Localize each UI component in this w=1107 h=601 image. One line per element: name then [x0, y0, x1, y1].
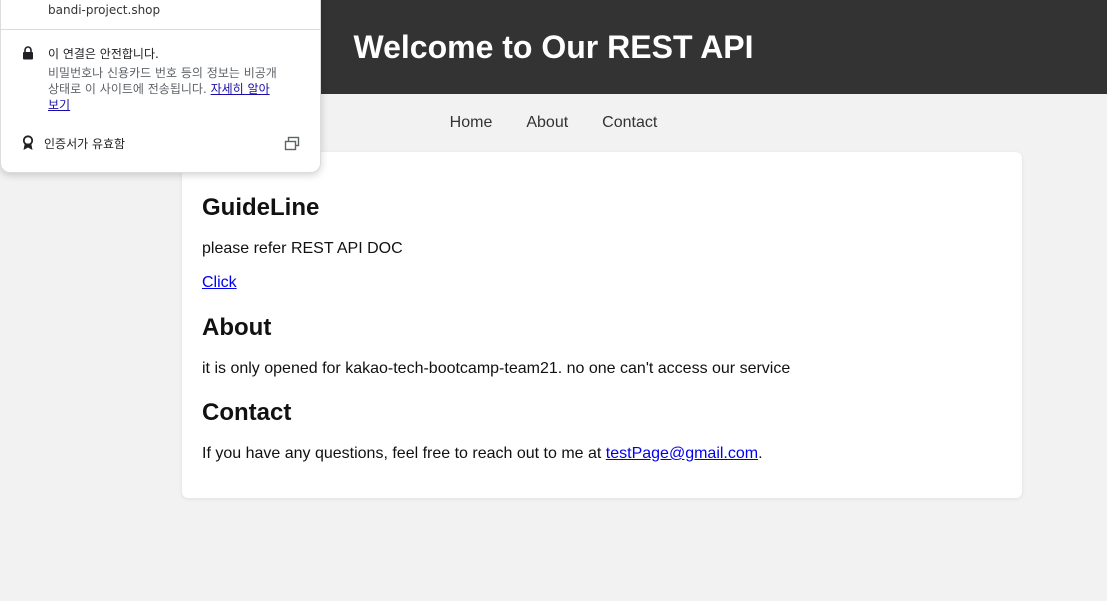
secure-desc-line1: 비밀번호나 신용카드 번호 등의 정보는 비공개	[48, 66, 277, 80]
content-card: GuideLine please refer REST API DOC Clic…	[182, 152, 1022, 498]
guideline-heading: GuideLine	[202, 194, 320, 221]
open-external-icon[interactable]	[284, 136, 300, 152]
about-text: it is only opened for kakao-tech-bootcam…	[202, 360, 791, 377]
contact-text: If you have any questions, feel free to …	[202, 445, 763, 463]
nav-home-link[interactable]: Home	[450, 114, 493, 132]
connection-secure-title: 이 연결은 안전합니다.	[48, 47, 159, 61]
doc-link[interactable]: Click	[202, 274, 237, 291]
site-info-popup: bandi-project.shop 이 연결은 안전합니다. 비밀번호나 신용…	[0, 0, 321, 173]
site-host: bandi-project.shop	[48, 3, 161, 17]
secure-desc-line2: 상태로 이 사이트에 전송됩니다.	[48, 82, 211, 96]
guideline-link-wrap: Click	[202, 274, 237, 292]
nav-contact-link[interactable]: Contact	[602, 114, 657, 132]
popup-divider	[1, 29, 320, 30]
guideline-text: please refer REST API DOC	[202, 240, 403, 257]
certificate-valid-label[interactable]: 인증서가 유효함	[44, 135, 125, 152]
certificate-badge-icon	[22, 135, 34, 150]
learn-more-link-cont[interactable]: 보기	[48, 98, 70, 112]
about-heading: About	[202, 314, 272, 341]
nav-about-link[interactable]: About	[526, 114, 568, 132]
lock-icon	[23, 46, 33, 60]
contact-text-after: .	[758, 445, 763, 462]
learn-more-link[interactable]: 자세히 알아	[211, 82, 270, 96]
contact-heading: Contact	[202, 399, 292, 426]
connection-secure-description: 비밀번호나 신용카드 번호 등의 정보는 비공개 상태로 이 사이트에 전송됩니…	[48, 65, 304, 113]
page-title: Welcome to Our REST API	[353, 28, 754, 65]
contact-text-before: If you have any questions, feel free to …	[202, 445, 606, 462]
contact-email-link[interactable]: testPage@gmail.com	[606, 445, 758, 462]
